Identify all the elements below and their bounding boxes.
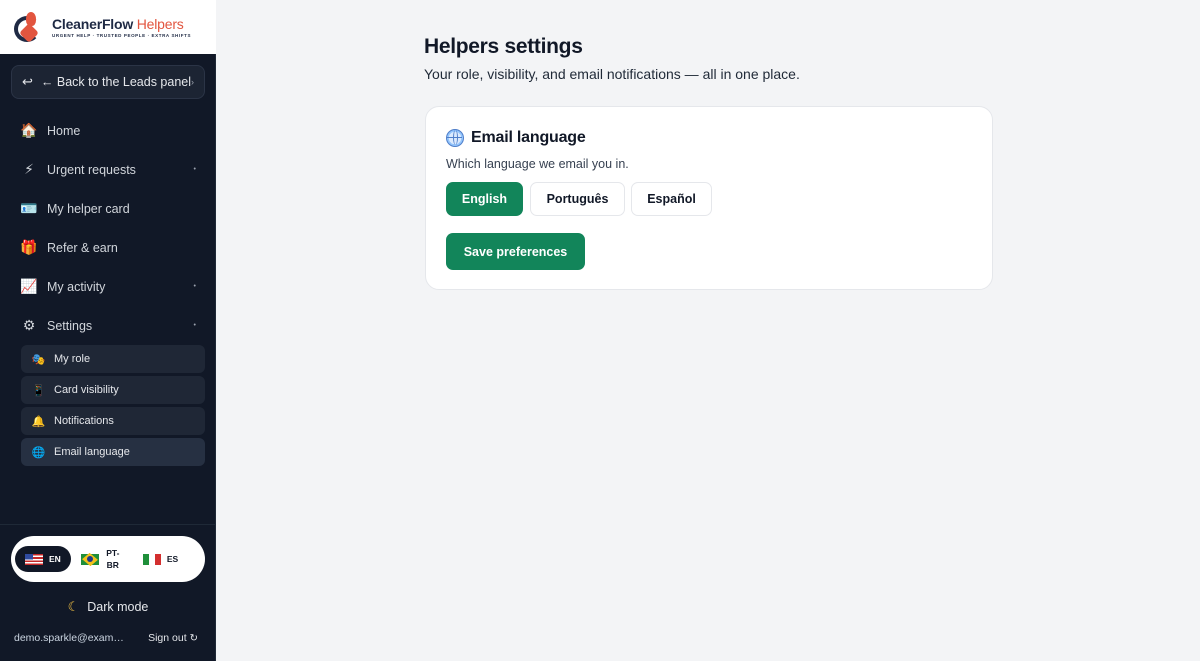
sidebar-subitem-label: Card visibility — [54, 384, 119, 396]
logo-mark-icon — [12, 10, 46, 44]
sidebar-item-my-activity[interactable]: 📈 My activity • — [0, 267, 216, 306]
lightning-icon: ⚡ — [24, 161, 34, 177]
brazil-flag-icon — [80, 553, 99, 565]
sidebar-subitem-card-visibility[interactable]: 📱 Card visibility — [21, 376, 205, 404]
language-option-portugues[interactable]: Português — [530, 182, 625, 216]
language-label: PT- BR — [106, 548, 120, 570]
gear-icon: ⚙ — [22, 317, 36, 333]
sidebar-subitem-email-language[interactable]: 🌐 Email language — [21, 438, 205, 466]
email-language-card: Email language Which language we email y… — [425, 106, 993, 290]
sidebar-item-urgent-requests[interactable]: ⚡ Urgent requests • — [0, 150, 216, 189]
language-switcher: EN PT- BR ES — [11, 536, 205, 582]
return-arrow-icon: ↩ — [22, 74, 33, 89]
language-label: ES — [166, 554, 179, 564]
brand-logo[interactable]: CleanerFlow Helpers URGENT HELP · TRUSTE… — [0, 0, 216, 54]
sidebar-item-label: Home — [47, 123, 81, 138]
sidebar-subitem-label: Email language — [54, 446, 130, 458]
language-option-pt-br[interactable]: PT- BR — [71, 546, 141, 572]
brand-name: CleanerFlow Helpers — [52, 16, 184, 32]
language-option-english[interactable]: English — [446, 182, 523, 216]
brand-tagline: URGENT HELP · TRUSTED PEOPLE · EXTRA SHI… — [52, 33, 192, 38]
main-content: Helpers settings Your role, visibility, … — [217, 0, 1200, 661]
chart-up-icon: 📈 — [20, 278, 38, 294]
sign-out-button[interactable]: Sign out ↻ — [148, 632, 198, 644]
chevron-right-icon: › — [191, 77, 194, 87]
sign-out-label: Sign out — [148, 632, 187, 644]
back-to-leads-button[interactable]: ↩ ← Back to the Leads panel › — [11, 65, 205, 99]
sidebar-item-label: My helper card — [47, 201, 130, 216]
language-option-espanol[interactable]: Español — [631, 182, 712, 216]
refresh-icon: ↻ — [189, 632, 198, 644]
expand-indicator-icon: • — [193, 322, 196, 329]
back-button-label: ← Back to the Leads panel — [40, 75, 192, 89]
sidebar: CleanerFlow Helpers URGENT HELP · TRUSTE… — [0, 0, 216, 661]
sidebar-item-my-helper-card[interactable]: 🪪 My helper card — [0, 189, 216, 228]
sidebar-item-refer-earn[interactable]: 🎁 Refer & earn — [0, 228, 216, 267]
language-option-es[interactable]: ES — [141, 546, 178, 572]
page-title: Helpers settings — [424, 35, 583, 58]
house-icon: 🏠 — [20, 122, 38, 138]
id-card-icon: 🪪 — [20, 200, 38, 216]
globe-icon — [446, 129, 464, 147]
dark-mode-toggle[interactable]: ☾ Dark mode — [0, 598, 216, 616]
sidebar-subitem-label: Notifications — [54, 415, 114, 427]
sidebar-item-home[interactable]: 🏠 Home — [0, 111, 216, 150]
phone-icon: 📱 — [31, 384, 46, 397]
gift-icon: 🎁 — [20, 239, 38, 255]
spanish-language-flag-icon — [142, 553, 161, 565]
user-email: demo.sparkle@exampl... — [14, 632, 129, 644]
card-title: Email language — [471, 129, 586, 146]
us-flag-icon — [25, 553, 43, 565]
sidebar-divider — [0, 524, 216, 525]
card-description: Which language we email you in. — [446, 157, 629, 171]
sidebar-footer: demo.sparkle@exampl... Sign out ↻ — [14, 632, 198, 644]
expand-indicator-icon: • — [193, 166, 196, 173]
bell-icon: 🔔 — [31, 415, 46, 428]
sidebar-subitem-notifications[interactable]: 🔔 Notifications — [21, 407, 205, 435]
language-label: EN — [49, 554, 61, 564]
sidebar-item-label: Settings — [47, 318, 93, 333]
sidebar-item-label: My activity — [47, 279, 106, 294]
moon-icon: ☾ — [67, 599, 80, 614]
masks-icon: 🎭 — [31, 353, 46, 366]
sidebar-nav: 🏠 Home ⚡ Urgent requests • 🪪 My helper c… — [0, 111, 216, 345]
sidebar-item-settings[interactable]: ⚙ Settings • — [0, 306, 216, 345]
expand-indicator-icon: • — [193, 283, 196, 290]
language-option-en[interactable]: EN — [15, 546, 71, 572]
page-subtitle: Your role, visibility, and email notific… — [424, 66, 800, 82]
sidebar-item-label: Urgent requests — [47, 162, 136, 177]
sidebar-subitem-my-role[interactable]: 🎭 My role — [21, 345, 205, 373]
save-preferences-button[interactable]: Save preferences — [446, 233, 585, 270]
sidebar-subitem-label: My role — [54, 353, 91, 365]
dark-mode-label: Dark mode — [87, 600, 149, 614]
sidebar-item-label: Refer & earn — [47, 240, 118, 255]
globe-icon: 🌐 — [31, 446, 46, 459]
